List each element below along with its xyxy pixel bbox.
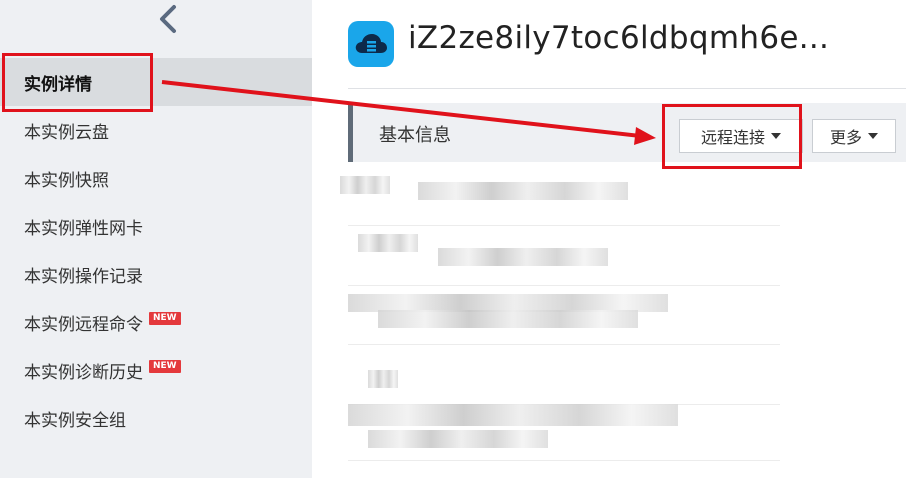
annotation-arrow-icon	[161, 80, 656, 145]
